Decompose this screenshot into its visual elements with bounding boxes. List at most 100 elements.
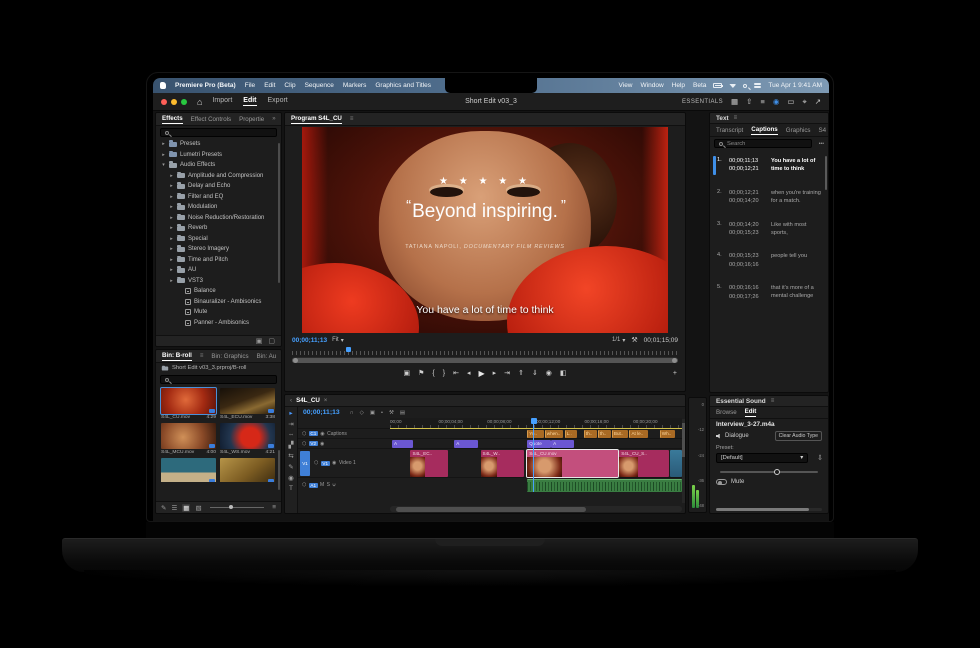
menubar-item-sequence[interactable]: Sequence (305, 82, 334, 89)
lock-icon[interactable]: ⬡ (302, 441, 306, 447)
video-clip[interactable]: S4L_W.. (480, 449, 525, 477)
effects-tree-item[interactable]: ▸ VST3 (156, 276, 281, 287)
caption-clip[interactable]: Wh.. (659, 429, 675, 438)
hand-tool[interactable]: ◉ (288, 474, 294, 482)
more-options-icon[interactable]: ••• (819, 141, 824, 147)
tab-properties[interactable]: Propertie (239, 116, 264, 123)
linked-selection-icon[interactable]: ◇ (360, 410, 364, 416)
close-tab-icon[interactable]: × (324, 397, 328, 404)
settings-wrench-icon[interactable]: ⚒ (389, 410, 394, 416)
panel-menu-icon[interactable]: ≡ (200, 353, 204, 359)
v1-badge[interactable]: V1 (320, 460, 330, 466)
tab-edit[interactable]: Edit (744, 408, 757, 417)
type-tool[interactable]: T (289, 485, 293, 492)
graphic-clip[interactable]: A (551, 439, 574, 448)
clip-thumbnail[interactable] (220, 423, 275, 449)
caption-clip[interactable]: Yo.. (527, 429, 544, 438)
eye-icon[interactable]: ◉ (332, 460, 336, 466)
captions-search[interactable]: Search (714, 139, 812, 148)
pen-tool[interactable]: ✎ (288, 463, 293, 471)
tab-captions[interactable]: Captions (751, 126, 778, 135)
caption-text[interactable]: people tell you (771, 252, 823, 269)
graphic-clip[interactable]: A (454, 439, 478, 448)
effects-tree-item[interactable]: ▸ Presets (156, 139, 281, 150)
tree-arrow-icon[interactable]: ▸ (169, 246, 174, 252)
caption-text[interactable]: You have a lot of time to think (771, 157, 823, 174)
caption-row[interactable]: 3. 00;00;14;20 00;00;15;23 Like with most s… (713, 218, 825, 241)
solo-button[interactable]: S (327, 482, 330, 488)
tab-s4[interactable]: S4 (819, 127, 827, 134)
thumbnail-view-icon[interactable]: ▦ (182, 503, 191, 512)
tree-arrow-icon[interactable]: ▸ (169, 194, 174, 200)
sort-icon[interactable]: ≡ (272, 504, 276, 511)
menubar-item-help[interactable]: Help (672, 82, 685, 89)
step-back-icon[interactable]: ◂ (467, 369, 471, 377)
tab-program[interactable]: Program S4L_CU (291, 115, 342, 124)
mic-icon[interactable]: ⍦ (333, 482, 336, 488)
clip-thumbnail[interactable] (161, 458, 216, 482)
step-forward-icon[interactable]: ▸ (493, 369, 497, 377)
program-scrollbar[interactable] (292, 357, 678, 363)
amount-slider[interactable] (720, 468, 818, 475)
effects-scrollbar[interactable] (278, 143, 280, 283)
tab-browse[interactable]: Browse (716, 409, 737, 416)
program-mini-ruler[interactable] (292, 347, 678, 355)
caption-clip[interactable]: when.. (544, 429, 564, 438)
caption-text[interactable]: when you're training for a match. (771, 189, 823, 206)
caption-clip[interactable]: th.. (597, 429, 611, 438)
program-video-frame[interactable]: ★ ★ ★ ★ ★ “Beyond inspiring.” TATIANA NA… (302, 127, 668, 333)
graphic-clip[interactable]: Quote (527, 439, 551, 448)
ripple-edit-tool[interactable]: ⇔ (288, 431, 295, 438)
clip-thumbnail[interactable] (160, 387, 217, 415)
effects-tree-item[interactable]: ▸ Reverb (156, 223, 281, 234)
eye-icon[interactable]: ◉ (320, 431, 324, 437)
program-playhead[interactable] (346, 347, 352, 352)
control-center-icon[interactable] (754, 83, 762, 88)
workspaces-icon[interactable]: ▦ (731, 97, 738, 107)
mute-toggle[interactable] (716, 479, 727, 485)
tab-bin-graphics[interactable]: Bin: Graphics (211, 353, 248, 360)
tab-bin-audio[interactable]: Bin: Au (257, 353, 277, 360)
thumbnail-size-slider[interactable] (209, 505, 265, 509)
bin-clip[interactable]: S4L_ECU.mov 3:38 (220, 388, 275, 420)
fit-dropdown[interactable]: Fit ▾ (332, 337, 344, 344)
add-button[interactable]: + (673, 370, 677, 377)
timeline-scrollbar[interactable] (390, 506, 682, 512)
caption-text[interactable]: that it's more of a mental challenge (771, 284, 823, 301)
bin-clip[interactable]: S4L_CU.mov 4:29 (160, 387, 217, 420)
settings-wrench-icon[interactable]: ⚒ (631, 336, 637, 344)
spotlight-icon[interactable] (743, 83, 748, 88)
tree-arrow-icon[interactable]: ▸ (169, 278, 174, 284)
delete-icon[interactable]: ▢ (268, 337, 275, 345)
tree-arrow-icon[interactable]: ▸ (169, 204, 174, 210)
tab-transcript[interactable]: Transcript (716, 127, 743, 134)
panel-menu-icon[interactable]: ≡ (771, 398, 775, 404)
fullscreen-icon[interactable]: ↗ (815, 97, 821, 107)
bin-clip[interactable] (220, 458, 275, 482)
effects-tree-item[interactable]: Mute (156, 307, 281, 318)
slider-knob[interactable] (773, 468, 780, 475)
caption-clip[interactable]: But.. (611, 429, 629, 438)
timeline-timecode[interactable]: 00;00;11;13 (303, 409, 340, 416)
go-to-out-icon[interactable]: ⇥ (504, 369, 510, 377)
timeline-vscrollbar[interactable] (682, 419, 685, 503)
lock-icon[interactable]: ⬡ (302, 431, 306, 437)
caption-row[interactable]: 1. 00;00;11;13 00;00;12;21 You have a lot o… (713, 154, 825, 177)
effects-tree-item[interactable]: ▸ Noise Reduction/Restoration (156, 213, 281, 224)
menubar-item-view[interactable]: View (619, 82, 633, 89)
captions-track-head[interactable]: ⬡ C1 ◉ Captions (298, 429, 390, 438)
panel-menu-icon[interactable]: ≡ (734, 115, 738, 121)
caption-row[interactable]: 5. 00;00;16;16 00;00;17;26 that it's more o… (713, 281, 825, 304)
clip-thumbnail[interactable] (161, 423, 216, 449)
caption-row[interactable]: 4. 00;00;15;23 00;00;16;16 people tell you (713, 249, 825, 272)
video-clip[interactable] (670, 449, 682, 477)
effects-tree-item[interactable]: ▸ Filter and EQ (156, 192, 281, 203)
bin-clip[interactable] (161, 458, 216, 482)
tree-arrow-icon[interactable]: ▾ (161, 162, 166, 168)
add-marker-icon[interactable]: ⚑ (418, 369, 424, 377)
edit-pencil-icon[interactable]: ✎ (161, 504, 166, 512)
panel-menu-icon[interactable]: ≡ (350, 116, 354, 122)
menubar-item-beta[interactable]: Beta (693, 82, 706, 89)
effects-tree-item[interactable]: ▾ Audio Effects (156, 160, 281, 171)
graphic-clip[interactable]: A (392, 439, 414, 448)
